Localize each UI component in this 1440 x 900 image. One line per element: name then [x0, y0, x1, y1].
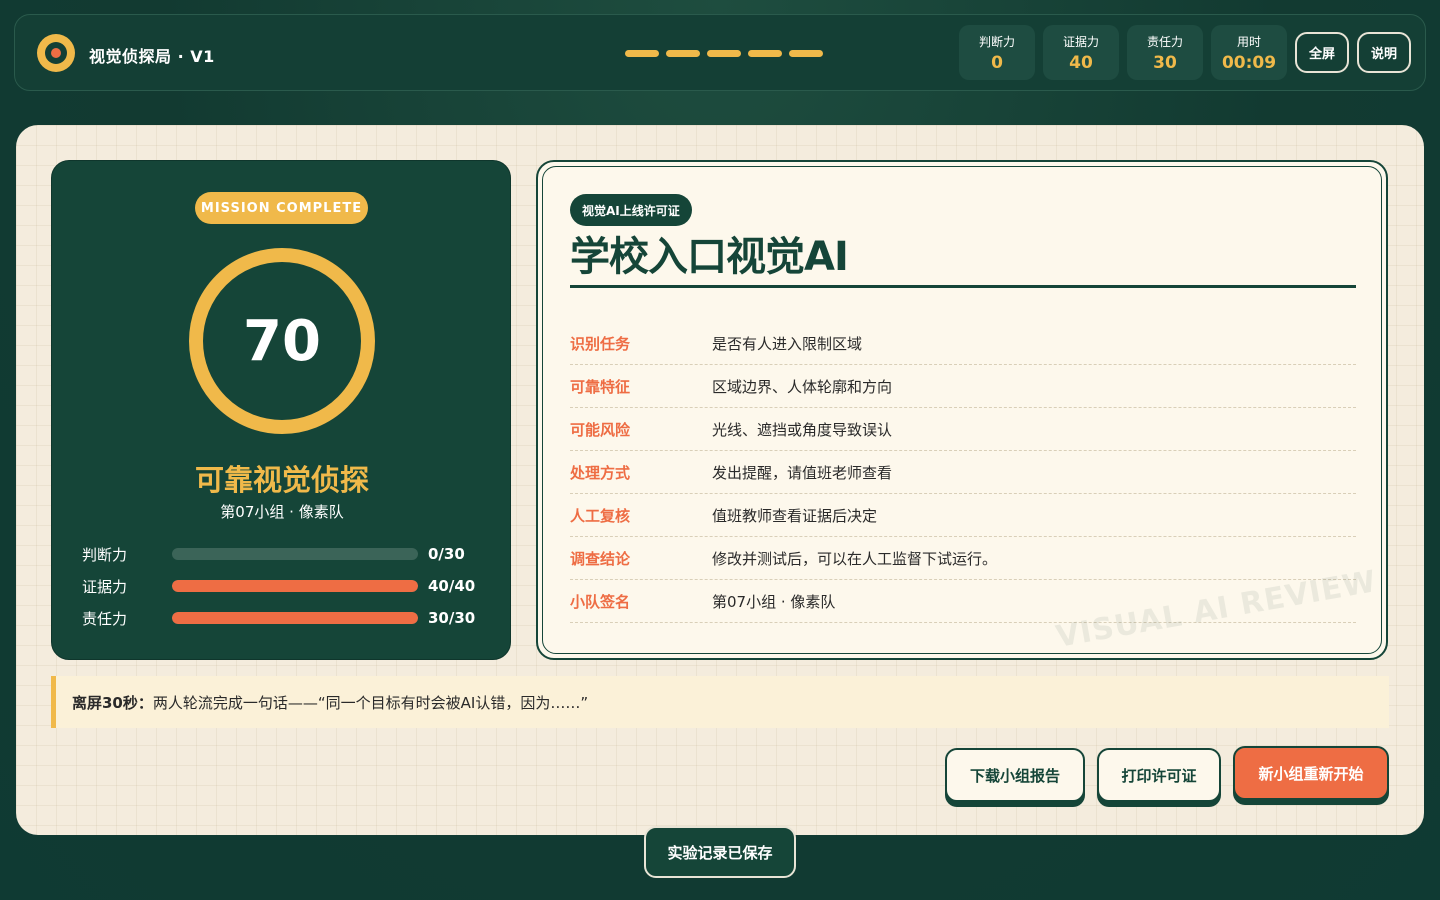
result-card: MISSION COMPLETE 70 可靠视觉侦探 第07小组 · 像素队 判… — [16, 125, 1424, 835]
stat-judgment: 判断力 0 — [959, 25, 1035, 80]
team-name: 第07小组 · 像素队 — [220, 503, 344, 521]
fullscreen-button[interactable]: 全屏 — [1295, 32, 1349, 73]
license-panel: 视觉AI上线许可证 学校入口视觉AI 识别任务 是否有人进入限制区域 可靠特征 … — [536, 160, 1388, 660]
title-divider — [570, 285, 1356, 288]
app-title: 视觉侦探局 · V1 — [89, 47, 215, 66]
row-key: 人工复核 — [570, 506, 631, 525]
bar-fill — [172, 580, 418, 592]
progress-step — [748, 50, 782, 57]
row-value: 区域边界、人体轮廓和方向 — [712, 377, 893, 396]
license-row: 处理方式 发出提醒，请值班老师查看 — [570, 451, 1356, 494]
license-row: 人工复核 值班教师查看证据后决定 — [570, 494, 1356, 537]
stat-value: 40 — [1069, 52, 1093, 73]
row-key: 可靠特征 — [570, 377, 631, 396]
score-bar-judgment: 判断力 0/30 — [82, 543, 482, 565]
row-key: 可能风险 — [570, 420, 631, 439]
bar-label: 判断力 — [82, 545, 128, 564]
license-row: 调查结论 修改并测试后，可以在人工监督下试运行。 — [570, 537, 1356, 580]
bar-value: 40/40 — [428, 577, 476, 595]
progress-indicator — [625, 50, 823, 57]
help-button[interactable]: 说明 — [1357, 32, 1411, 73]
stat-time: 用时 00:09 — [1211, 25, 1287, 80]
row-value: 第07小组 · 像素队 — [712, 592, 836, 611]
print-license-button[interactable]: 打印许可证 — [1097, 748, 1221, 802]
progress-step — [666, 50, 700, 57]
bar-track — [172, 612, 418, 624]
stat-responsibility: 责任力 30 — [1127, 25, 1203, 80]
progress-step — [789, 50, 823, 57]
progress-step — [625, 50, 659, 57]
license-row: 识别任务 是否有人进入限制区域 — [570, 322, 1356, 365]
rank-title: 可靠视觉侦探 — [194, 463, 369, 497]
row-value: 修改并测试后，可以在人工监督下试运行。 — [712, 549, 998, 568]
stat-label: 判断力 — [978, 34, 1015, 49]
bar-track — [172, 548, 418, 560]
bar-label: 证据力 — [82, 577, 128, 596]
bar-value: 30/30 — [428, 609, 476, 627]
target-logo-icon — [37, 34, 75, 72]
top-bar: 视觉侦探局 · V1 判断力 0 证据力 40 责任力 30 用时 00:09 … — [14, 14, 1426, 91]
row-key: 调查结论 — [570, 549, 631, 568]
score-panel: MISSION COMPLETE 70 可靠视觉侦探 第07小组 · 像素队 判… — [51, 160, 511, 660]
tip-label: 离屏30秒： — [72, 693, 153, 712]
download-report-button[interactable]: 下载小组报告 — [945, 748, 1085, 802]
stat-value: 0 — [991, 52, 1003, 73]
restart-button[interactable]: 新小组重新开始 — [1233, 746, 1389, 800]
row-key: 小队签名 — [570, 592, 631, 611]
offscreen-tip: 离屏30秒： 两人轮流完成一句话——“同一个目标有时会被AI认错，因为……” — [51, 676, 1389, 728]
score-value: 70 — [243, 308, 321, 374]
license-title: 学校入口视觉AI — [570, 234, 849, 280]
row-value: 光线、遮挡或角度导致误认 — [712, 420, 893, 439]
score-bar-evidence: 证据力 40/40 — [82, 575, 482, 597]
saved-toast: 实验记录已保存 — [644, 826, 796, 878]
row-key: 处理方式 — [570, 463, 631, 482]
stat-value: 30 — [1153, 52, 1177, 73]
stat-label: 责任力 — [1146, 34, 1183, 49]
license-badge: 视觉AI上线许可证 — [570, 194, 692, 226]
stat-evidence: 证据力 40 — [1043, 25, 1119, 80]
score-bar-responsibility: 责任力 30/30 — [82, 607, 482, 629]
stat-label: 用时 — [1236, 34, 1261, 49]
bar-track — [172, 580, 418, 592]
mission-complete-badge: MISSION COMPLETE — [195, 192, 368, 224]
stat-value: 00:09 — [1221, 52, 1277, 73]
row-value: 发出提醒，请值班老师查看 — [712, 463, 893, 482]
row-value: 值班教师查看证据后决定 — [712, 506, 878, 525]
bar-value: 0/30 — [428, 545, 465, 563]
row-value: 是否有人进入限制区域 — [712, 334, 863, 353]
progress-step — [707, 50, 741, 57]
stat-label: 证据力 — [1062, 34, 1099, 49]
row-key: 识别任务 — [570, 334, 631, 353]
license-row: 可能风险 光线、遮挡或角度导致误认 — [570, 408, 1356, 451]
bar-fill — [172, 612, 418, 624]
tip-text: 两人轮流完成一句话——“同一个目标有时会被AI认错，因为……” — [152, 693, 589, 712]
license-row: 可靠特征 区域边界、人体轮廓和方向 — [570, 365, 1356, 408]
bar-label: 责任力 — [82, 609, 128, 628]
